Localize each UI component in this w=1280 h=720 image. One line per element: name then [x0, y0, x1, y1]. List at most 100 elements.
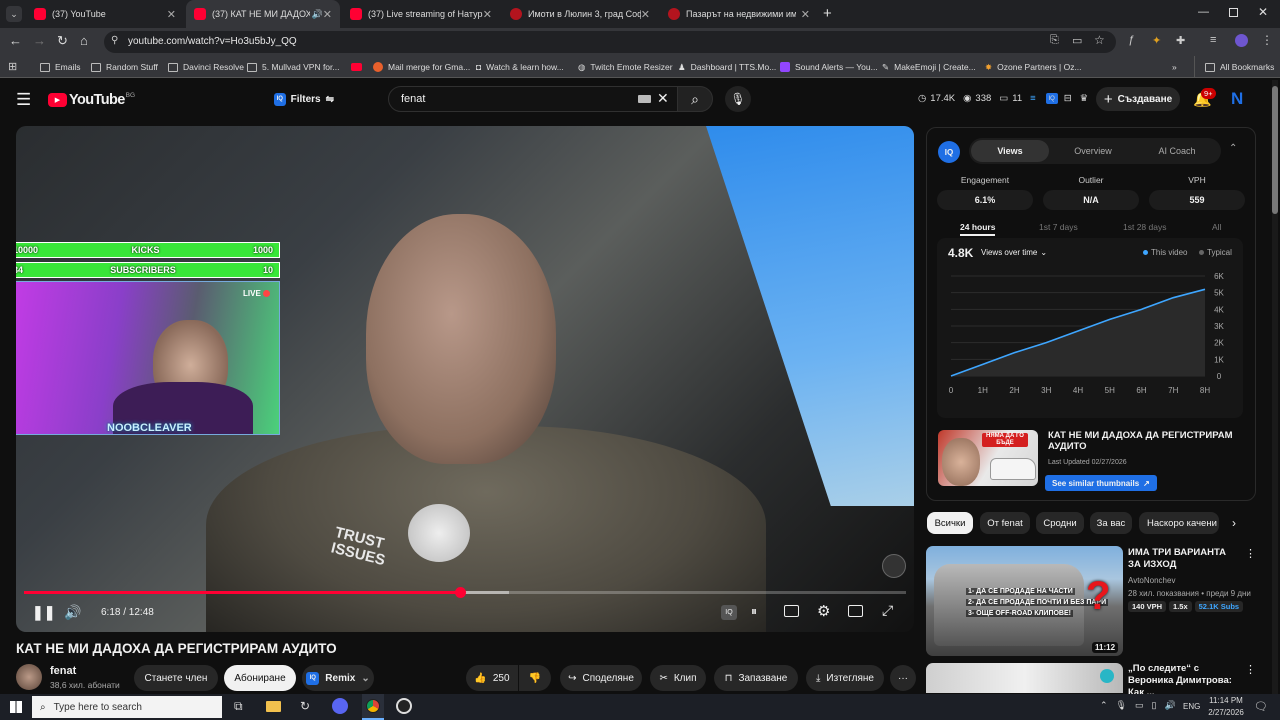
bookmark-link[interactable]: ◘ Watch & learn how... — [476, 56, 564, 78]
bookmark-link[interactable]: ✸ Ozone Partners | Oz... — [985, 56, 1082, 78]
windows-start-icon[interactable] — [10, 701, 22, 713]
voice-search-button[interactable]: 🎙 — [725, 86, 751, 112]
tab-current-video[interactable]: (37) КАТ НЕ МИ ДАДОХА Д🔊✕ — [186, 0, 340, 28]
tray-icons[interactable]: ⌃ 🎙 ▭ ▯ 🔊 — [1100, 700, 1176, 711]
translate-icon[interactable]: ⎘ — [1050, 34, 1059, 47]
fullscreen-icon[interactable]: ⤢ — [882, 602, 893, 619]
rec-more-icon[interactable]: ⋮ — [1245, 547, 1256, 560]
clip-button[interactable]: ✂ Клип — [650, 665, 706, 691]
network-icon[interactable]: ▭ — [1135, 700, 1144, 711]
new-tab-icon[interactable]: + — [823, 5, 832, 22]
language-indicator[interactable]: ENG — [1183, 702, 1200, 711]
tab-pazarat[interactable]: Пазарът на недвижими имоти✕ — [660, 0, 818, 28]
extension-icon[interactable]: ✦ — [1152, 34, 1161, 47]
rec-more-icon[interactable]: ⋮ — [1245, 663, 1256, 676]
bookmark-star-icon[interactable]: ☆ — [1094, 33, 1105, 47]
video-player[interactable]: TRUST ISSUES 10000KICKS1000 34SUBSCRIBER… — [16, 126, 914, 632]
iq-player-icon[interactable]: IQ — [721, 605, 737, 620]
chip-all[interactable]: Всички — [927, 512, 973, 534]
video-card-thumbnail[interactable]: НЯМА ДА ГО БЪДЕ — [938, 430, 1038, 486]
chevron-up-icon[interactable]: ⌃ — [1100, 700, 1108, 711]
tab-youtube[interactable]: (37) YouTube ✕ — [26, 0, 184, 28]
file-explorer-icon[interactable] — [266, 701, 281, 712]
bookmark-folder[interactable]: 5. Mullvad VPN for... — [247, 56, 339, 78]
more-actions-button[interactable]: ··· — [890, 665, 916, 691]
taskbar-app-icon[interactable]: ↻ — [300, 699, 310, 713]
kebab-menu-icon[interactable]: ⋮ — [1261, 33, 1273, 47]
create-button[interactable]: + Създаване — [1096, 87, 1180, 111]
channel-watermark[interactable] — [882, 554, 906, 578]
profile-avatar[interactable] — [1235, 34, 1248, 47]
bookmark-folder[interactable]: Random Stuff — [91, 56, 158, 78]
bookmark-folder[interactable]: Davinci Resolve — [168, 56, 244, 78]
save-button[interactable]: ⊓ Запазване — [714, 665, 798, 691]
close-icon[interactable]: ✕ — [801, 8, 810, 21]
chip-related[interactable]: Сродни — [1036, 512, 1084, 534]
close-icon[interactable]: ✕ — [483, 8, 492, 21]
more-bookmarks-icon[interactable]: » — [1172, 56, 1177, 78]
forward-icon[interactable]: → — [33, 33, 46, 48]
like-button[interactable]: 👍 250 — [466, 665, 518, 691]
home-icon[interactable]: ⌂ — [80, 33, 88, 48]
award-icon[interactable]: ♛ — [1080, 93, 1089, 104]
task-view-icon[interactable]: ⧉ — [234, 699, 243, 714]
search-input[interactable]: fenat — [401, 93, 425, 105]
chip-from-channel[interactable]: От fenat — [980, 512, 1030, 534]
period-24h[interactable]: 24 hours — [960, 222, 996, 236]
speaker-icon[interactable]: 🔊 — [312, 9, 323, 20]
apps-grid-icon[interactable]: ⊞ — [8, 60, 17, 73]
chip-for-you[interactable]: За вас — [1090, 512, 1132, 534]
period-all[interactable]: All — [1212, 222, 1221, 232]
tab-imoti[interactable]: Имоти в Люлин 3, град Софи ✕ — [502, 0, 658, 28]
rec-channel[interactable]: AvtoNonchev — [1128, 576, 1175, 585]
tab-ai-coach[interactable]: AI Coach — [1137, 140, 1217, 162]
search-box[interactable]: fenat ✕ — [388, 86, 678, 112]
close-icon[interactable]: ✕ — [167, 8, 176, 21]
extensions-puzzle-icon[interactable]: ✚ — [1176, 34, 1185, 47]
chart-title-dropdown[interactable]: Views over time ⌄ — [981, 248, 1047, 257]
obs-icon[interactable] — [396, 698, 412, 714]
battery-icon[interactable]: ▯ — [1152, 700, 1157, 711]
volume-icon[interactable]: 🔊 — [64, 604, 81, 621]
bookmark-link[interactable]: ✎ MakeEmoji | Create... — [882, 56, 976, 78]
bookmark-folder[interactable]: Emails — [40, 56, 81, 78]
channel-avatar[interactable] — [16, 664, 42, 690]
page-scrollbar[interactable] — [1272, 80, 1278, 694]
tab-search-icon[interactable]: ⌄ — [6, 6, 22, 22]
address-bar[interactable]: ⚲ youtube.com/watch?v=Ho3u5bJy_QQ ⎘ ▭ ☆ — [104, 31, 1116, 53]
close-icon[interactable]: ✕ — [323, 8, 332, 21]
subtitles-icon[interactable] — [784, 605, 799, 617]
bookmark-link[interactable]: ◍ Twitch Emote Resizer — [578, 56, 673, 78]
taskbar-app-icon[interactable] — [332, 698, 348, 714]
collapse-chevron-icon[interactable]: ⌃ — [1229, 143, 1237, 154]
period-7-days[interactable]: 1st 7 days — [1039, 222, 1078, 232]
progress-track[interactable] — [24, 587, 906, 598]
site-info-icon[interactable]: ⚲ — [111, 35, 118, 46]
cast-icon[interactable]: ▭ — [1072, 34, 1082, 47]
clock-time[interactable]: 11:14 PM — [1206, 696, 1246, 705]
clock-date[interactable]: 2/27/2026 — [1206, 708, 1246, 717]
sound-icon[interactable]: 🔊 — [1164, 700, 1175, 711]
thumbs-icon[interactable]: ⊟ — [1064, 93, 1072, 104]
bookmark-link[interactable] — [351, 56, 372, 78]
restore-icon[interactable] — [1229, 8, 1238, 17]
bookmark-link[interactable]: ♟ Dashboard | TTS.Mo... — [678, 56, 776, 78]
subscribe-button[interactable]: Абониране — [224, 665, 296, 691]
clear-search-icon[interactable]: ✕ — [657, 90, 669, 107]
rec-thumbnail[interactable] — [926, 663, 1123, 693]
join-button[interactable]: Станете член — [134, 665, 218, 691]
youtube-logo[interactable]: ▶ YouTube BG — [48, 92, 135, 108]
miniplayer-icon[interactable] — [848, 605, 863, 617]
close-icon[interactable]: ✕ — [641, 8, 650, 21]
all-bookmarks[interactable]: All Bookmarks — [1194, 56, 1274, 78]
dislike-button[interactable]: 👎 — [519, 665, 551, 691]
period-28-days[interactable]: 1st 28 days — [1123, 222, 1166, 232]
list-icon[interactable]: ≡ — [1030, 93, 1036, 104]
channel-name[interactable]: fenat — [50, 665, 76, 677]
pause-button[interactable]: ❚❚ — [32, 604, 55, 621]
action-center-icon[interactable]: 🗨 — [1254, 700, 1268, 713]
media-icon[interactable]: ≡ — [1210, 34, 1216, 46]
taskbar-search-box[interactable]: ⌕ Type here to search — [32, 696, 222, 718]
rec-title[interactable]: ИМА ТРИ ВАРИАНТА ЗА ИЗХОД — [1128, 547, 1240, 571]
hamburger-menu-icon[interactable]: ☰ — [16, 90, 31, 110]
